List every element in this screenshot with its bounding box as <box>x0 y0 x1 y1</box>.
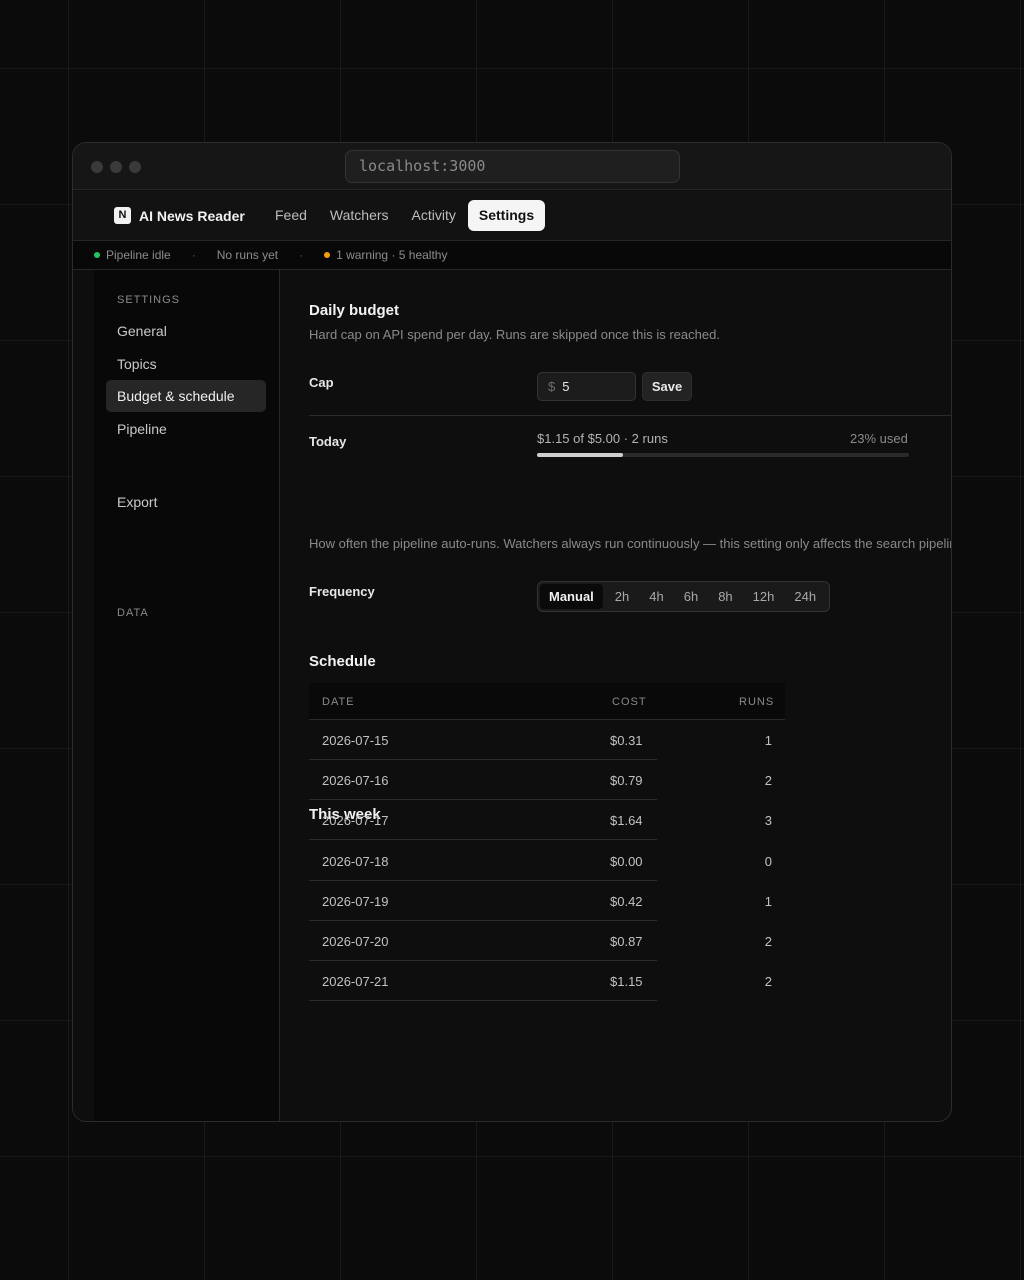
table-row[interactable]: 2026-07-18 $0.00 0 <box>309 841 772 881</box>
row-runs: 1 <box>764 894 772 909</box>
row-date: 2026-07-19 <box>322 894 389 909</box>
daily-budget-title: Daily budget <box>309 302 400 319</box>
budget-progress-fill <box>537 453 623 457</box>
row-runs: 0 <box>764 854 772 869</box>
today-used-percent: 23% used <box>850 431 908 446</box>
today-spend: $1.15 of $5.00 · 2 runs <box>537 431 668 446</box>
table-row[interactable]: 2026-07-17 $1.64 3 <box>309 800 772 840</box>
settings-content: Daily budget Hard cap on API spend per d… <box>280 270 952 1121</box>
row-runs: 3 <box>764 813 772 828</box>
cap-input[interactable]: $ 5 <box>537 372 636 401</box>
row-date: 2026-07-21 <box>322 974 389 989</box>
tab-watchers[interactable]: Watchers <box>319 200 400 231</box>
window-minimize-dot[interactable] <box>110 161 122 173</box>
sidebar-item-topics[interactable]: Topics <box>106 348 266 380</box>
schedule-description: How often the pipeline auto-runs. Watche… <box>309 536 952 551</box>
runs-status: No runs yet <box>216 248 279 262</box>
table-row[interactable]: 2026-07-20 $0.87 2 <box>309 921 772 961</box>
sidebar-item-general[interactable]: General <box>106 315 266 347</box>
column-header-runs: RUNS <box>739 696 775 708</box>
app-name: AI News Reader <box>139 207 245 224</box>
health-status-dot-icon <box>324 252 331 258</box>
table-row[interactable]: 2026-07-15 $0.31 1 <box>309 720 772 760</box>
currency-symbol: $ <box>548 379 556 394</box>
frequency-option-2h[interactable]: 2h <box>606 584 638 609</box>
row-runs: 2 <box>764 773 772 788</box>
column-header-cost: COST <box>612 696 647 708</box>
row-cost: $0.87 <box>610 934 643 949</box>
tab-feed[interactable]: Feed <box>264 200 318 231</box>
row-cost: $1.64 <box>610 813 643 828</box>
row-cost: $0.00 <box>610 854 643 869</box>
frequency-selector: Manual 2h 4h 6h 8h 12h 24h <box>537 581 831 612</box>
health-status: 1 warning · 5 healthy <box>336 248 448 262</box>
sidebar-item-pipeline[interactable]: Pipeline <box>106 413 266 445</box>
frequency-option-4h[interactable]: 4h <box>640 584 672 609</box>
main-nav: Feed Watchers Activity Settings <box>264 200 546 231</box>
frequency-option-8h[interactable]: 8h <box>709 584 741 609</box>
divider <box>309 415 951 416</box>
row-date: 2026-07-17 <box>322 813 389 828</box>
today-label: Today <box>309 434 347 449</box>
row-cost: $0.31 <box>610 733 643 748</box>
frequency-option-12h[interactable]: 12h <box>744 584 784 609</box>
window-maximize-dot[interactable] <box>129 161 141 173</box>
row-cost: $1.15 <box>610 974 643 989</box>
pipeline-status: Pipeline idle <box>106 248 171 262</box>
row-date: 2026-07-15 <box>322 733 389 748</box>
pipeline-status-dot-icon <box>94 252 100 258</box>
window-close-dot[interactable] <box>91 161 103 173</box>
cap-label: Cap <box>309 375 334 390</box>
tab-activity[interactable]: Activity <box>401 200 467 231</box>
address-bar[interactable]: localhost:3000 <box>345 150 680 183</box>
row-date: 2026-07-20 <box>322 934 389 949</box>
row-date: 2026-07-18 <box>322 854 389 869</box>
row-runs: 2 <box>764 974 772 989</box>
status-separator: · <box>191 248 196 262</box>
app-logo-icon: N <box>114 207 131 224</box>
row-runs: 2 <box>764 934 772 949</box>
frequency-label: Frequency <box>309 584 375 599</box>
sidebar-heading-data: DATA <box>117 607 149 619</box>
cap-input-value: 5 <box>562 379 570 394</box>
status-bar: Pipeline idle · No runs yet · 1 warning … <box>73 241 951 270</box>
browser-titlebar: localhost:3000 <box>73 143 951 190</box>
schedule-title: Schedule <box>309 653 376 670</box>
status-separator: · <box>299 248 304 262</box>
table-header: DATE COST RUNS <box>309 683 785 720</box>
sidebar-item-budget-schedule[interactable]: Budget & schedule <box>106 380 266 412</box>
frequency-option-24h[interactable]: 24h <box>785 584 825 609</box>
table-row[interactable]: 2026-07-19 $0.42 1 <box>309 881 772 921</box>
tab-settings[interactable]: Settings <box>467 200 546 231</box>
frequency-option-6h[interactable]: 6h <box>675 584 707 609</box>
sidebar-heading-settings: SETTINGS <box>117 294 181 306</box>
browser-window: localhost:3000 N AI News Reader Feed Wat… <box>72 142 952 1122</box>
budget-progress-bar <box>537 453 909 457</box>
row-date: 2026-07-16 <box>322 773 389 788</box>
brand[interactable]: N AI News Reader <box>114 207 245 224</box>
sidebar-item-export[interactable]: Export <box>106 486 266 518</box>
table-row[interactable]: 2026-07-21 $1.15 2 <box>309 961 772 1001</box>
daily-budget-description: Hard cap on API spend per day. Runs are … <box>309 327 720 342</box>
column-header-date: DATE <box>322 696 355 708</box>
app-header: N AI News Reader Feed Watchers Activity … <box>73 191 951 241</box>
settings-sidebar: SETTINGS General Topics Budget & schedul… <box>94 270 280 1121</box>
save-button[interactable]: Save <box>642 372 692 401</box>
row-runs: 1 <box>764 733 772 748</box>
table-row[interactable]: 2026-07-16 $0.79 2 <box>309 760 772 800</box>
sidebar-gutter <box>73 270 94 1121</box>
frequency-option-manual[interactable]: Manual <box>540 584 603 609</box>
row-cost: $0.79 <box>610 773 643 788</box>
row-cost: $0.42 <box>610 894 643 909</box>
